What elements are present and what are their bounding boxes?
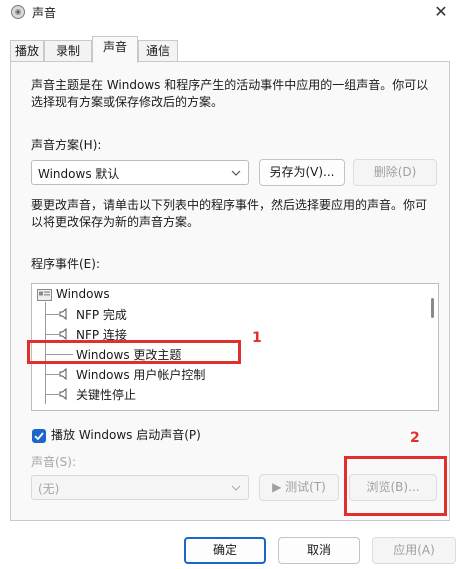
highlight-box-2	[344, 456, 447, 516]
list-item-label: Windows	[56, 287, 110, 301]
cancel-button[interactable]: 取消	[278, 537, 360, 564]
intro-text-line2: 选择现有方案或保存修改后的方案。	[31, 95, 224, 109]
instructions-line1: 要更改声音，请单击以下列表中的程序事件，然后选择要应用的声音。你可	[31, 198, 428, 212]
list-item-label: Windows 用户帐户控制	[76, 368, 206, 382]
startup-sound-checkbox[interactable]	[32, 429, 46, 443]
tree-branch	[45, 394, 59, 395]
sounds-panel: 声音主题是在 Windows 和程序产生的活动事件中应用的一组声音。你可以 选择…	[10, 61, 450, 521]
startup-sound-label[interactable]: 播放 Windows 启动声音(P)	[51, 427, 201, 444]
tab-communications[interactable]: 通信	[138, 40, 178, 62]
sounds-label: 声音(S):	[31, 455, 77, 469]
test-button[interactable]: ▶ 测试(T)	[259, 474, 339, 501]
delete-button[interactable]: 删除(D)	[353, 159, 437, 186]
tree-branch	[45, 334, 59, 335]
tree-branch	[45, 374, 59, 375]
speaker-icon	[11, 5, 25, 19]
instructions-line2: 以将更改保存为新的声音方案。	[31, 215, 200, 229]
tab-playback[interactable]: 播放	[10, 40, 44, 62]
chevron-down-icon	[231, 170, 241, 176]
list-item[interactable]: Windows 用户帐户控制	[32, 364, 422, 384]
speaker-icon	[59, 368, 67, 380]
sound-combo[interactable]: (无)	[31, 475, 249, 500]
highlight-box-1	[27, 340, 241, 364]
scheme-label: 声音方案(H):	[31, 138, 102, 152]
apply-button[interactable]: 应用(A)	[372, 537, 456, 564]
save-as-button[interactable]: 另存为(V)...	[259, 159, 345, 186]
ok-button[interactable]: 确定	[184, 537, 266, 564]
title-bar: 声音 ✕	[0, 0, 464, 24]
speaker-icon	[59, 388, 67, 400]
speaker-icon	[59, 328, 67, 340]
list-item-group-windows[interactable]: Windows	[32, 285, 422, 305]
windows-group-icon	[37, 289, 52, 301]
chevron-down-icon	[231, 485, 241, 491]
tab-sounds[interactable]: 声音	[92, 36, 138, 63]
scheme-combo[interactable]: Windows 默认	[31, 160, 249, 185]
tab-recording[interactable]: 录制	[44, 40, 92, 62]
list-item[interactable]: 关键性停止	[32, 384, 422, 404]
window-title: 声音	[32, 6, 57, 20]
list-item-label: 关键性停止	[76, 388, 137, 402]
sound-value: (无)	[38, 482, 60, 496]
tree-branch	[45, 314, 59, 315]
close-icon: ✕	[434, 2, 448, 21]
speaker-icon	[59, 308, 67, 320]
check-icon	[34, 432, 44, 441]
list-item-label: NFP 完成	[76, 308, 127, 322]
annotation-marker-2: 2	[410, 430, 420, 446]
intro-text-line1: 声音主题是在 Windows 和程序产生的活动事件中应用的一组声音。你可以	[31, 78, 429, 92]
events-label: 程序事件(E):	[31, 257, 100, 271]
list-scrollbar[interactable]	[431, 298, 434, 318]
list-item[interactable]: NFP 完成	[32, 304, 422, 324]
close-button[interactable]: ✕	[418, 0, 464, 24]
annotation-marker-1: 1	[252, 330, 262, 346]
scheme-value: Windows 默认	[38, 167, 120, 181]
